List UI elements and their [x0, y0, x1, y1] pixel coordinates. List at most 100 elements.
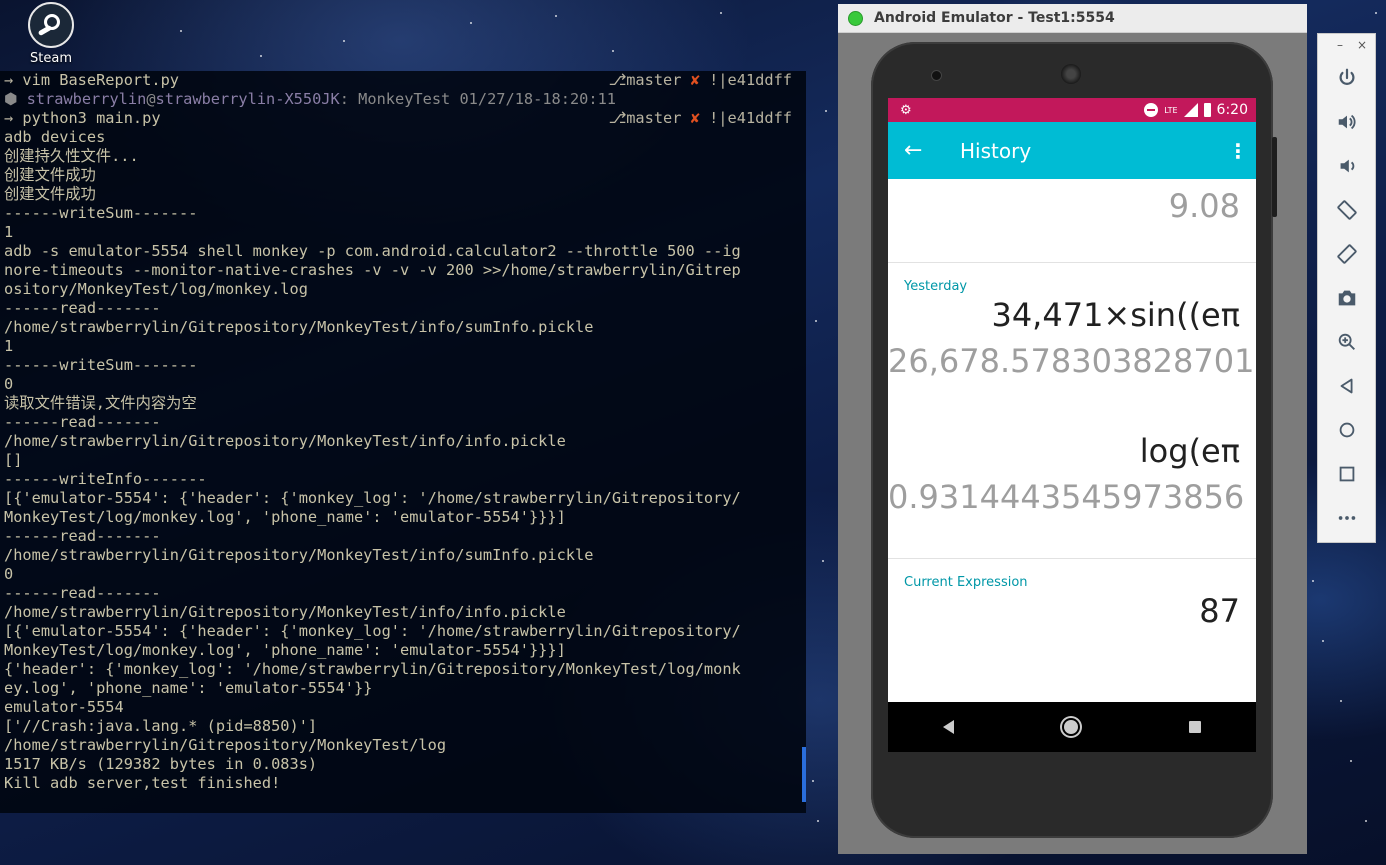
steam-label: Steam [30, 51, 72, 66]
current-expression-value: 87 [1199, 592, 1240, 630]
git-commit: !|e41ddff [699, 109, 792, 127]
history-top-entry[interactable]: 9.08 [888, 179, 1256, 263]
emulator-window: Android Emulator - Test1:5554 ⚙ LTE 6:20… [838, 4, 1307, 854]
terminal-line: {'header': {'monkey_log': '/home/strawbe… [4, 660, 741, 678]
nav-home-icon[interactable] [1064, 720, 1079, 734]
terminal-line: ------read------- [4, 299, 161, 317]
terminal-line: ository/MonkeyTest/log/monkey.log [4, 280, 308, 298]
terminal-line: 0 [4, 565, 14, 583]
emulator-titlebar[interactable]: Android Emulator - Test1:5554 [838, 4, 1307, 33]
terminal-line: ['//Crash:java.lang.* (pid=8850)'] [4, 717, 318, 735]
current-expression-section[interactable]: Current Expression 87 [888, 559, 1256, 709]
back-arrow-icon[interactable]: ← [904, 138, 934, 163]
app-bar: ← History ⋮ [888, 122, 1256, 179]
git-commit: !|e41ddff [699, 71, 792, 89]
history-yesterday-section: Yesterday 34,471×sin((eπ 26,678.57830382… [888, 263, 1256, 559]
nav-back-icon[interactable] [943, 720, 955, 734]
app-bar-title: History [960, 138, 1032, 163]
prompt-bullet-icon: ⬢ [4, 90, 27, 108]
terminal-line: adb devices [4, 128, 106, 146]
terminal-line: nore-timeouts --monitor-native-crashes -… [4, 261, 741, 279]
terminal-line: emulator-5554 [4, 698, 124, 716]
rotate-right-icon[interactable] [1318, 232, 1375, 276]
toolbar-close-button[interactable]: × [1357, 38, 1367, 52]
terminal-line: /home/strawberrylin/Gitrepository/Monkey… [4, 736, 447, 754]
do-not-disturb-icon [1144, 103, 1159, 117]
volume-up-icon[interactable] [1318, 100, 1375, 144]
steam-icon [28, 2, 74, 48]
terminal-line: [{'emulator-5554': {'header': {'monkey_l… [4, 489, 741, 507]
terminal-line: ------read------- [4, 413, 161, 431]
prompt-host: strawberrylin-X550JK [155, 90, 340, 108]
nav-recents-icon[interactable] [1188, 721, 1201, 733]
terminal-line: ------read------- [4, 527, 161, 545]
terminal-window[interactable]: → vim BaseReport.py ⎇master ✘ !|e41ddff ⬢ … [0, 71, 806, 813]
prompt-arrow-icon: → [4, 71, 23, 89]
prompt-arrow-icon: → [4, 109, 23, 127]
terminal-line: MonkeyTest/log/monkey.log', 'phone_name'… [4, 641, 566, 659]
toolbar-minimize-button[interactable]: – [1337, 38, 1343, 52]
phone-frame: ⚙ LTE 6:20 ← History ⋮ 9.08 Yesterday 34… [871, 42, 1277, 838]
history-entry[interactable]: 34,471×sin((eπ 26,678.578303828701 [888, 296, 1256, 388]
android-nav-bar [888, 702, 1256, 752]
terminal-line: /home/strawberrylin/Gitrepository/Monkey… [4, 432, 566, 450]
lte-label: LTE [1164, 105, 1178, 115]
current-expression-label: Current Expression [904, 575, 1028, 590]
terminal-line: 0 [4, 375, 14, 393]
side-button [1272, 137, 1277, 217]
more-icon[interactable] [1318, 496, 1375, 540]
terminal-line: ey.log', 'phone_name': 'emulator-5554'}} [4, 679, 373, 697]
terminal-line: MonkeyTest/log/monkey.log', 'phone_name'… [4, 508, 566, 526]
back-icon[interactable] [1318, 364, 1375, 408]
rotate-left-icon[interactable] [1318, 188, 1375, 232]
terminal-line: adb -s emulator-5554 shell monkey -p com… [4, 242, 741, 260]
yesterday-label: Yesterday [904, 279, 968, 294]
power-icon[interactable] [1318, 56, 1375, 100]
battery-icon [1203, 103, 1211, 117]
terminal-line: /home/strawberrylin/Gitrepository/Monkey… [4, 603, 566, 621]
window-status-dot [848, 10, 863, 26]
terminal-line: ------read------- [4, 584, 161, 602]
terminal-line: 创建持久性文件... [4, 147, 139, 165]
terminal-line: 1 [4, 223, 14, 241]
history-entry[interactable]: log(eπ 0.9314443545973856 [888, 432, 1256, 524]
terminal-output: → vim BaseReport.py ⎇master ✘ !|e41ddff ⬢ … [0, 71, 806, 793]
terminal-line: /home/strawberrylin/Gitrepository/Monkey… [4, 318, 594, 336]
git-dirty-icon: ✘ [690, 109, 700, 127]
front-camera [931, 70, 942, 81]
camera-icon[interactable] [1318, 276, 1375, 320]
prompt-at: @ [146, 90, 156, 108]
terminal-line: → python3 main.py ⎇master ✘ !|e41ddff [4, 109, 802, 128]
status-time: 6:20 [1216, 102, 1248, 118]
terminal-line: [{'emulator-5554': {'header': {'monkey_l… [4, 622, 741, 640]
home-icon[interactable] [1318, 408, 1375, 452]
phone-screen[interactable]: ⚙ LTE 6:20 ← History ⋮ 9.08 Yesterday 34… [888, 98, 1256, 752]
terminal-scrollbar[interactable] [802, 747, 806, 802]
prompt-path: : MonkeyTest 01/27/18-18:20:11 [339, 90, 617, 108]
git-branch: ⎇master [608, 71, 691, 89]
git-status: ⎇master ✘ !|e41ddff [609, 71, 792, 90]
terminal-line: 1517 KB/s (129382 bytes in 0.083s) [4, 755, 318, 773]
zoom-icon[interactable] [1318, 320, 1375, 364]
history-result: 26,678.578303828701 [888, 342, 1255, 380]
terminal-line: ------writeSum------- [4, 356, 198, 374]
command-text: vim BaseReport.py [22, 71, 179, 89]
history-expression: log(eπ [1139, 432, 1240, 470]
terminal-line: 读取文件错误,文件内容为空 [4, 394, 197, 412]
emulator-window-title: Android Emulator - Test1:5554 [874, 10, 1115, 26]
steam-desktop-icon[interactable]: Steam [22, 2, 80, 66]
volume-down-icon[interactable] [1318, 144, 1375, 188]
overview-icon[interactable] [1318, 452, 1375, 496]
settings-gear-icon: ⚙ [900, 102, 912, 118]
emulator-toolbar: – × [1317, 33, 1376, 543]
overflow-menu-icon[interactable]: ⋮ [1228, 139, 1248, 163]
history-result: 0.9314443545973856 [888, 478, 1245, 516]
terminal-line: 创建文件成功 [4, 166, 96, 184]
terminal-line: → vim BaseReport.py ⎇master ✘ !|e41ddff [4, 71, 802, 90]
git-branch: ⎇master [608, 109, 691, 127]
terminal-line: ------writeSum------- [4, 204, 198, 222]
terminal-line: 创建文件成功 [4, 185, 96, 203]
prompt-user: strawberrylin [26, 90, 147, 108]
status-bar: ⚙ LTE 6:20 [888, 98, 1256, 122]
earpiece-speaker [1061, 64, 1081, 84]
